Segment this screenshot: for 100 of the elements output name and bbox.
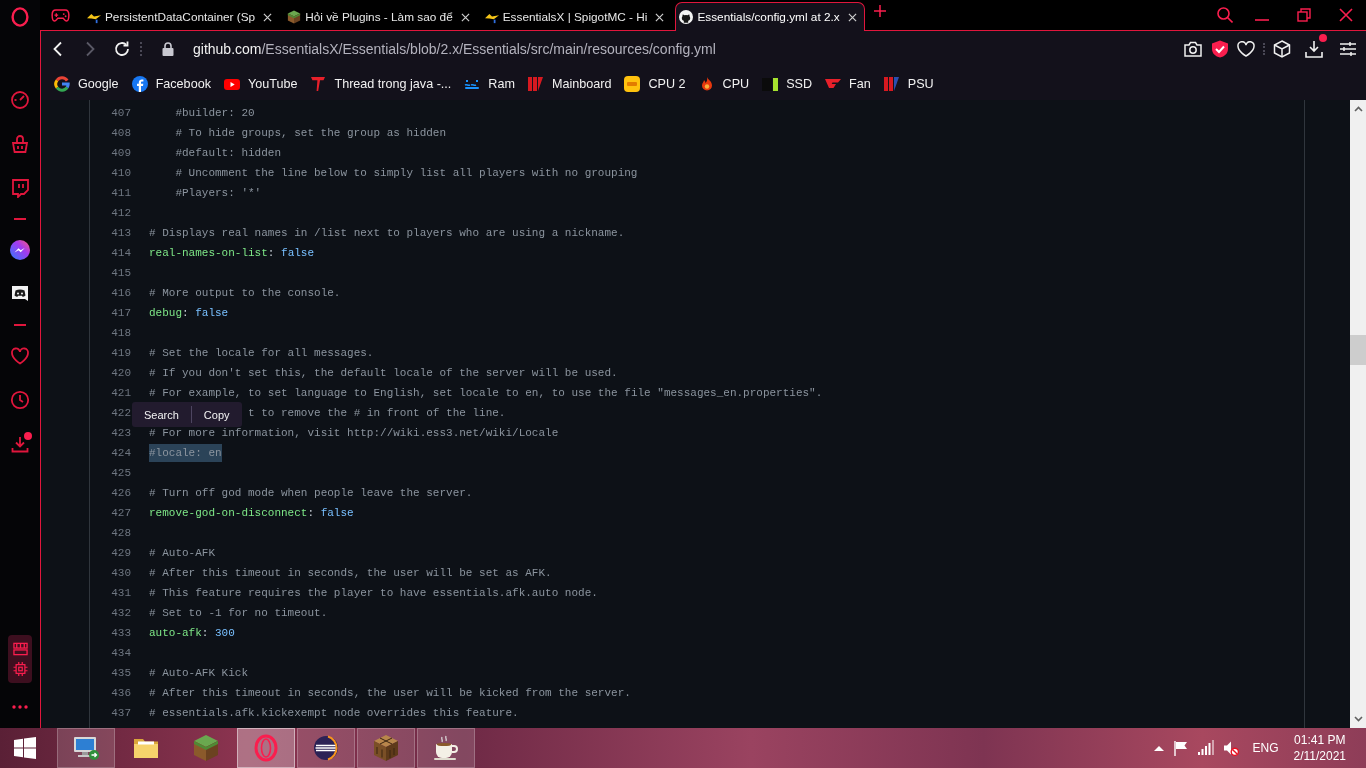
code-line: #builder: 20 [175,106,255,121]
close-icon[interactable] [1339,8,1353,22]
chat-bubble-icon[interactable] [10,178,30,198]
bookmark[interactable]: CPU [692,72,756,95]
code-line: #default: hidden [175,146,281,161]
lock-icon[interactable] [162,42,174,56]
browser-tab[interactable]: Essentials/config.yml at 2.x [675,2,865,31]
bookmark[interactable]: YouTube [217,72,304,95]
code-line: # For example, to set language to English, set locale to en, to use the file "messages_en.properties". [149,386,823,401]
windows-logo-icon[interactable] [14,737,36,759]
taskbar-button[interactable] [417,728,475,768]
site-icon [131,75,148,92]
bookmark[interactable]: Ram [458,72,521,95]
line-number: 422 [110,407,131,419]
chat-bolt-icon[interactable] [10,240,30,260]
close-icon[interactable] [460,12,470,22]
bookmark[interactable]: Google [48,72,125,95]
clock-button[interactable]: 01:41 PM 2/11/2021 [1293,732,1346,764]
cup-icon [432,734,460,762]
close-icon[interactable] [655,12,665,22]
bookmark[interactable]: Mainboard [521,72,618,95]
code-line: # Uncomment the line below to simply list all players with no grouping [175,166,638,181]
grass-block-icon [287,10,302,24]
site-icon [624,75,641,92]
close-icon[interactable] [847,12,857,22]
line-number: 414 [110,247,131,259]
restore-icon[interactable] [1297,8,1311,22]
bookmark[interactable]: CPU 2 [618,72,692,95]
plus-icon[interactable] [873,5,886,17]
line-number: 412 [110,207,131,219]
code-line: # Auto-AFK [149,546,215,561]
code-line: # More output to the console. [149,286,341,301]
line-number: 408 [110,127,131,139]
more-icon[interactable] [12,705,28,709]
line-number: 436 [110,687,131,699]
reload-icon[interactable] [114,41,130,57]
code-line: # To hide groups, set the group as hidden [175,126,447,141]
bookmark[interactable]: Fan [819,72,877,95]
line-number: 415 [110,267,131,279]
crafting-table-icon [372,734,400,762]
address-field[interactable]: github.com/EssentialsX/Essentials/blob/2.x/Essentials/src/main/resources/config.yml [193,41,716,57]
browser-tab[interactable]: Hỏi về Plugins - Làm sao để [283,2,478,31]
line-number: 410 [110,167,131,179]
sliders-icon[interactable] [1339,41,1357,57]
camera-icon[interactable] [1184,40,1202,58]
code-line: # This feature requires the player to have essentials.afk.auto node. [149,586,598,601]
code-line: #Players: '*' [175,186,262,201]
chevron-up-icon[interactable] [1154,745,1165,751]
code-line: # essentials.afk.kickexempt node overrides this feature. [149,706,519,721]
scrollbar-thumb[interactable] [1350,335,1366,365]
line-number: 425 [110,467,131,479]
ring-logo-icon[interactable] [11,7,29,27]
browser-tab[interactable]: PersistentDataContainer (Sp [83,2,281,31]
striped-sphere-icon [312,734,340,762]
line-number: 432 [110,607,131,619]
cat-logo-icon [679,10,694,24]
code-line: # Displays real names in /list next to players who are using a nickname. [149,226,625,241]
shield-check-icon[interactable] [1211,40,1229,58]
code-line: auto-afk: 300 [149,626,235,641]
taskbar-button[interactable] [297,728,355,768]
taskbar-button[interactable] [57,728,115,768]
site-icon [54,75,70,92]
line-number: 423 [110,427,131,439]
popup-button[interactable]: Search [132,402,191,427]
flag-icon[interactable] [1173,740,1190,756]
speaker-muted-icon[interactable] [1223,740,1240,756]
line-number: 407 [110,107,131,119]
bookmark[interactable]: Facebook [125,72,217,95]
line-number: 411 [110,187,131,199]
line-number: 421 [110,387,131,399]
download-icon[interactable] [1305,40,1323,58]
game-chat-icon[interactable] [10,284,30,304]
language-indicator[interactable]: ENG [1252,741,1279,755]
close-icon[interactable] [263,12,273,22]
scrollbar[interactable] [1350,100,1366,728]
line-number: 417 [110,307,131,319]
code-line: # Turn off god mode when people leave the server. [149,486,473,501]
bookmark[interactable]: Thread trong java -... [304,72,458,95]
popup-button[interactable]: Copy [191,402,242,427]
memory-icon[interactable] [12,641,28,656]
line-number: 437 [110,707,131,719]
bookmark[interactable]: SSD [756,72,819,95]
gamepad-icon[interactable] [50,8,70,22]
site-icon [310,75,327,92]
speedometer-icon[interactable] [10,90,30,110]
search-icon[interactable] [1217,7,1233,23]
site-icon [527,75,544,92]
bag-icon[interactable] [10,134,30,154]
browser-tab[interactable]: EssentialsX | SpigotMC - Hi [480,2,673,31]
site-icon [883,75,900,92]
chip-icon[interactable] [12,662,28,677]
signal-bars-icon[interactable] [1198,740,1215,756]
bookmark[interactable]: PSU [877,72,940,95]
clock-icon[interactable] [10,390,30,410]
line-number: 409 [110,147,131,159]
scroll-up-icon[interactable] [1353,106,1363,112]
monitor-icon [72,734,100,762]
scroll-down-icon[interactable] [1353,716,1363,722]
cube-icon[interactable] [1273,40,1291,58]
line-number: 419 [110,347,131,359]
